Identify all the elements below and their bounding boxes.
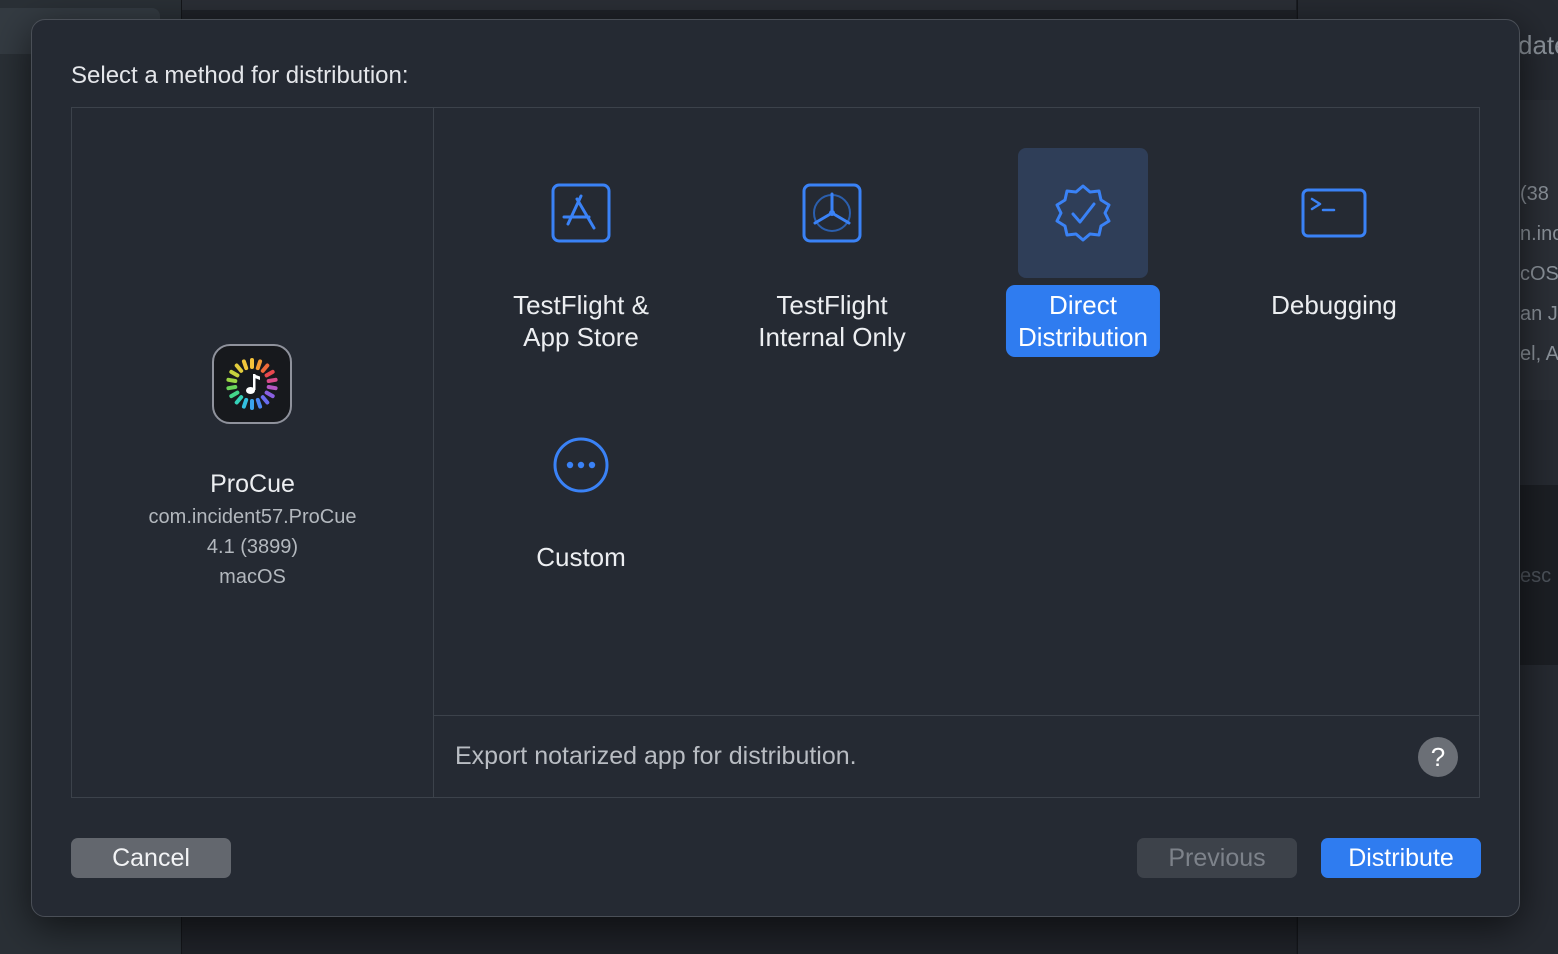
method-label-line: Custom	[536, 542, 626, 572]
method-label-line: App Store	[523, 322, 639, 352]
app-icon	[212, 344, 292, 424]
terminal-icon	[1301, 188, 1367, 238]
app-name: ProCue	[210, 470, 295, 498]
previous-button[interactable]: Previous	[1137, 838, 1297, 878]
distribution-sheet: Select a method for distribution: ProCue…	[31, 19, 1520, 917]
background-peek-text: date	[1518, 30, 1558, 60]
method-icon-tile	[767, 148, 897, 278]
background-peek-text: el, A	[1520, 343, 1558, 365]
method-label-line: TestFlight	[776, 290, 888, 320]
background-peek-text: an J	[1520, 303, 1558, 325]
method-label-line: TestFlight &	[513, 290, 649, 320]
method-label-line: Distribution	[1017, 322, 1149, 352]
app-version: 4.1 (3899)	[206, 536, 299, 558]
testflight-icon	[802, 183, 862, 243]
ellipsis-circle-icon	[553, 437, 609, 493]
method-description: Export notarized app for distribution.	[455, 742, 857, 770]
background-editor-header	[182, 0, 1296, 10]
method-direct-distribution[interactable]: Direct Distribution	[958, 108, 1208, 357]
method-testflight-app-store[interactable]: TestFlight & App Store	[456, 108, 706, 352]
method-icon-tile-selected	[1018, 148, 1148, 278]
method-label: TestFlight Internal Only	[746, 285, 917, 357]
method-label: Custom	[524, 537, 638, 577]
background-peek-text: (38	[1520, 183, 1549, 205]
app-info-panel: ProCue com.incident57.ProCue 4.1 (3899) …	[72, 108, 434, 797]
help-button[interactable]: ?	[1418, 737, 1458, 777]
app-store-icon	[551, 183, 611, 243]
method-testflight-internal-only[interactable]: TestFlight Internal Only	[707, 108, 957, 352]
sheet-title: Select a method for distribution:	[71, 62, 409, 89]
method-label: TestFlight & App Store	[501, 285, 661, 357]
app-bundle-id: com.incident57.ProCue	[148, 506, 357, 528]
method-icon-tile	[516, 148, 646, 278]
method-label-line: Internal Only	[758, 322, 906, 352]
procue-logo-icon	[226, 358, 278, 410]
description-bar: Export notarized app for distribution. ?	[434, 715, 1479, 798]
method-icon-tile	[1269, 148, 1399, 278]
method-label: Debugging	[1259, 285, 1409, 325]
content-box: ProCue com.incident57.ProCue 4.1 (3899) …	[71, 107, 1480, 798]
method-label-line: Debugging	[1271, 290, 1397, 320]
method-custom[interactable]: Custom	[456, 360, 706, 590]
background-peek-text: cOS	[1520, 263, 1558, 285]
background-peek-text: esc	[1520, 565, 1552, 587]
app-platform: macOS	[219, 566, 286, 588]
method-debugging[interactable]: Debugging	[1209, 108, 1459, 338]
method-icon-tile	[516, 400, 646, 530]
verified-badge-icon	[1055, 184, 1111, 242]
cancel-button[interactable]: Cancel	[71, 838, 231, 878]
distribute-button[interactable]: Distribute	[1321, 838, 1481, 878]
background-peek-text: n.inc	[1520, 223, 1558, 245]
method-label-selected: Direct Distribution	[1005, 285, 1161, 357]
method-label-line: Direct	[1049, 290, 1117, 320]
distribution-methods-grid: TestFlight & App Store TestFlight Intern…	[434, 108, 1479, 715]
